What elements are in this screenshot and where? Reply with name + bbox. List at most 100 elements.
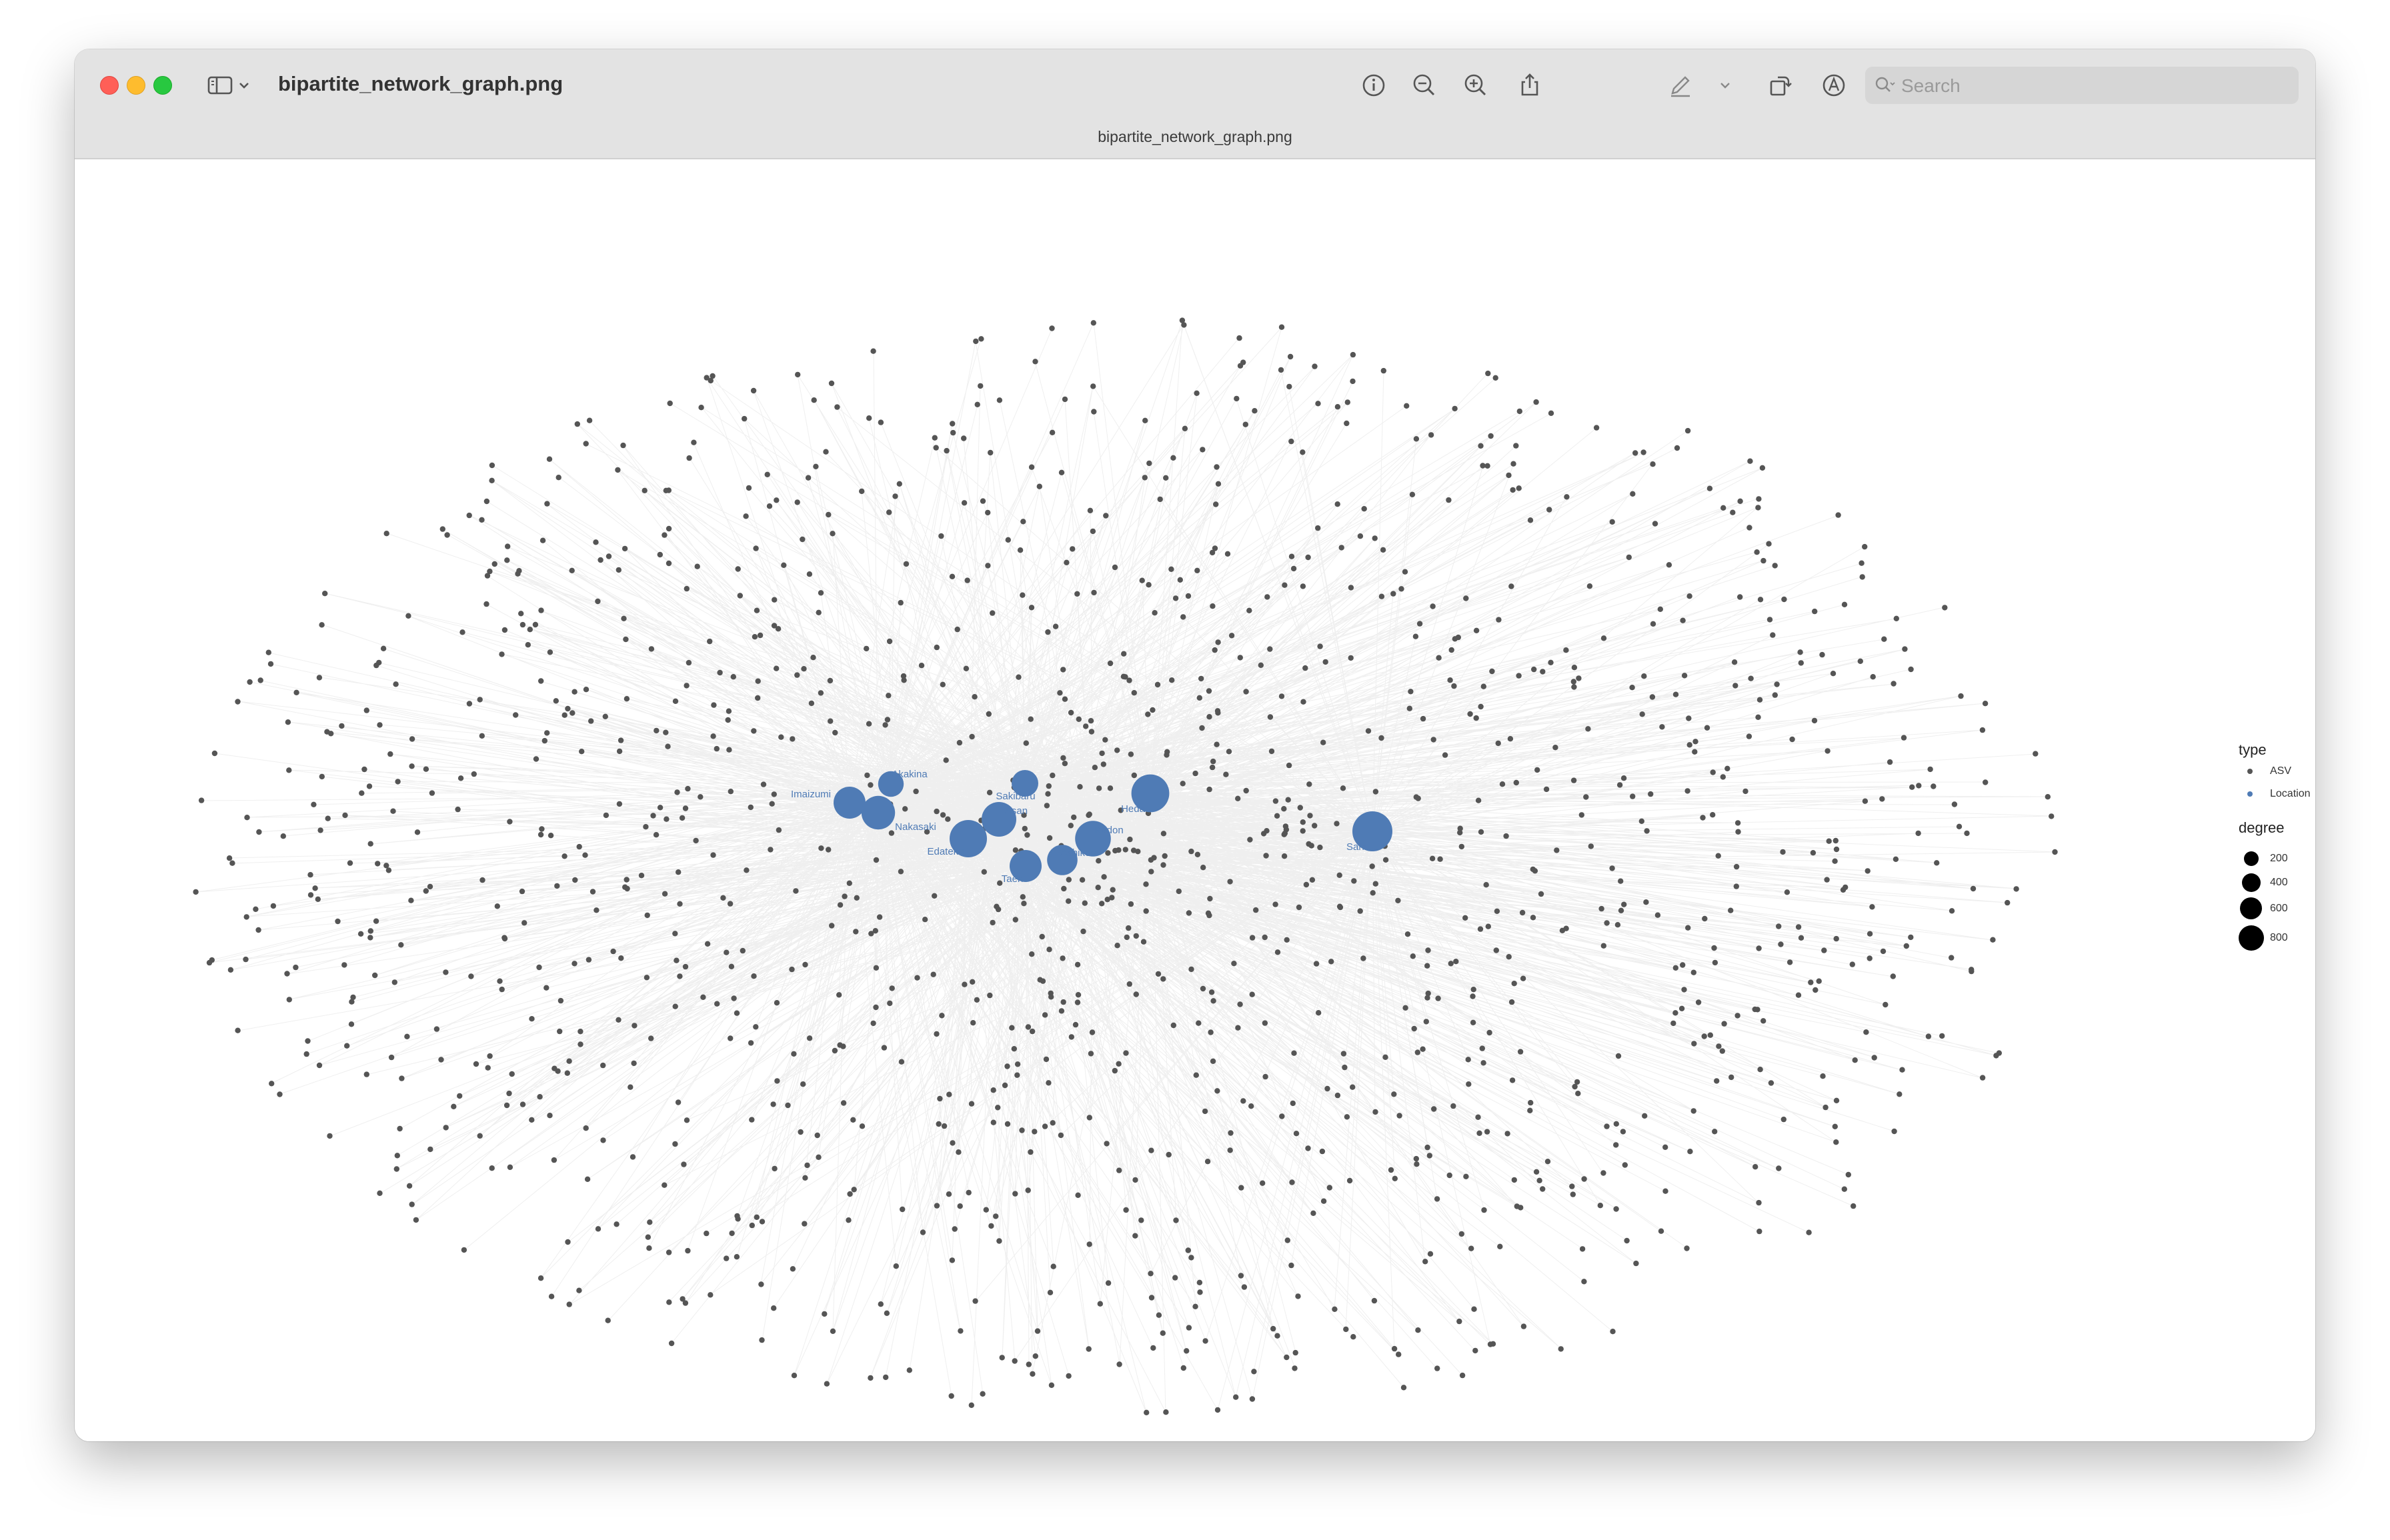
location-node-imaizumi <box>834 787 866 819</box>
asv-node <box>1704 725 1710 731</box>
asv-node <box>566 1301 572 1307</box>
asv-node <box>1494 908 1500 915</box>
asv-node <box>753 1024 759 1030</box>
asv-node <box>1615 1053 1622 1059</box>
zoom-out-button[interactable] <box>1408 69 1440 101</box>
asv-node <box>1101 874 1107 880</box>
asv-node <box>1180 781 1186 787</box>
asv-node <box>755 678 761 684</box>
asv-node <box>483 498 490 505</box>
asv-node <box>367 928 373 934</box>
asv-node <box>341 962 347 968</box>
asv-node <box>1114 943 1120 949</box>
share-button[interactable] <box>1514 69 1546 101</box>
asv-node <box>1320 1198 1327 1204</box>
asv-node <box>606 553 612 559</box>
asv-node <box>408 897 414 903</box>
asv-node <box>286 997 292 1003</box>
asv-node <box>551 1157 557 1163</box>
sidebar-toggle-button[interactable] <box>207 72 251 99</box>
markup-icon <box>1823 74 1845 97</box>
asv-node <box>1810 850 1817 856</box>
rotate-button[interactable] <box>1763 69 1795 101</box>
asv-node <box>1649 694 1656 700</box>
asv-node <box>964 577 970 583</box>
search-field[interactable] <box>1865 67 2299 105</box>
asv-node <box>1170 1022 1177 1029</box>
asv-node <box>937 1095 943 1102</box>
asv-node <box>1467 711 1473 717</box>
asv-node <box>724 1255 730 1261</box>
asv-node <box>1609 519 1615 525</box>
asv-node <box>1012 917 1019 923</box>
markup-options-button[interactable] <box>1715 69 1735 101</box>
search-input[interactable] <box>1900 67 2289 105</box>
window-title: bipartite_network_graph.png <box>278 72 563 95</box>
asv-node <box>1540 1186 1546 1192</box>
asv-node <box>367 841 373 847</box>
asv-node <box>816 1154 822 1161</box>
asv-node <box>1020 592 1026 598</box>
asv-node <box>729 1230 735 1237</box>
asv-node <box>1140 939 1147 945</box>
asv-node <box>1430 737 1436 743</box>
asv-node <box>394 1153 400 1159</box>
asv-node <box>1274 949 1281 955</box>
markup-button[interactable] <box>1818 69 1850 101</box>
asv-node <box>2049 813 2055 819</box>
asv-node <box>1274 1333 1280 1339</box>
asv-node <box>795 371 801 378</box>
asv-node <box>1477 926 1484 932</box>
asv-node <box>538 607 544 613</box>
asv-node <box>853 929 859 935</box>
asv-node <box>1192 1303 1198 1310</box>
asv-node <box>1897 1091 1903 1097</box>
markup-pen-button[interactable] <box>1664 69 1696 101</box>
asv-node <box>1086 1241 1092 1247</box>
close-button[interactable] <box>100 76 119 95</box>
asv-node <box>1795 924 1802 930</box>
asv-node <box>1334 501 1340 507</box>
asv-node <box>698 405 704 411</box>
asv-node <box>347 860 353 866</box>
asv-node <box>1128 751 1134 757</box>
asv-node <box>1310 1210 1316 1217</box>
asv-node <box>1650 621 1656 627</box>
asv-node <box>1402 1005 1408 1011</box>
fullscreen-button[interactable] <box>153 76 172 95</box>
asv-node <box>1511 981 1517 987</box>
chevron-down-icon <box>1720 83 1730 89</box>
asv-node <box>602 713 608 719</box>
asv-node <box>1536 1177 1542 1184</box>
asv-node <box>1659 724 1665 730</box>
asv-node <box>1278 693 1285 699</box>
info-button[interactable] <box>1358 69 1390 101</box>
asv-node <box>585 957 592 963</box>
asv-node <box>1485 370 1491 377</box>
asv-node <box>555 1068 561 1074</box>
asv-node <box>339 723 345 729</box>
asv-node <box>1710 812 1716 818</box>
asv-node <box>934 1031 940 1037</box>
asv-node <box>1483 882 1489 888</box>
asv-node <box>1451 683 1457 689</box>
asv-node <box>569 710 575 716</box>
asv-node <box>704 1230 710 1237</box>
asv-node <box>235 699 241 705</box>
zoom-in-button[interactable] <box>1460 69 1492 101</box>
asv-node <box>662 891 668 897</box>
asv-node <box>344 1043 350 1049</box>
asv-node <box>576 1287 582 1293</box>
asv-node <box>1459 1372 1466 1379</box>
asv-node <box>1588 843 1594 849</box>
asv-node <box>1076 716 1082 722</box>
minimize-button[interactable] <box>127 76 145 95</box>
asv-node <box>983 1207 990 1213</box>
asv-node <box>1300 583 1306 589</box>
asv-node <box>952 1226 958 1232</box>
asv-node <box>1365 728 1372 734</box>
asv-node <box>1429 855 1436 862</box>
asv-node <box>1142 475 1148 481</box>
asv-node <box>1548 410 1554 416</box>
asv-node <box>1757 1067 1763 1073</box>
